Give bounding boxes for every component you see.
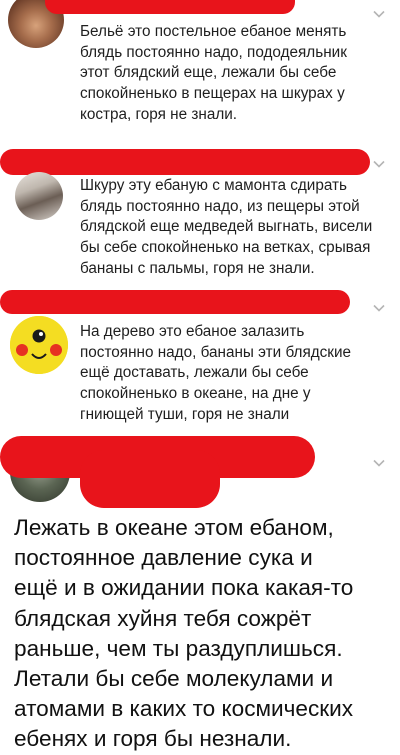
chevron-down-icon[interactable] (373, 302, 385, 314)
pikachu-face-icon (10, 316, 68, 374)
chevron-down-icon[interactable] (373, 457, 385, 469)
redacted-username (80, 450, 220, 508)
comment-1: Бельё это постельное ебаное менять блядь… (0, 0, 400, 140)
redacted-username (45, 0, 295, 14)
comment-2: Шкуру эту ебаную с мамонта сдирать блядь… (0, 140, 400, 280)
comment-text: Шкуру эту ебаную с мамонта сдирать блядь… (80, 177, 373, 277)
comment-text: На дерево это ебаное залазить постоянно … (80, 323, 352, 423)
comment-3: На дерево это ебаное залазить постоянно … (0, 280, 400, 430)
chevron-down-icon[interactable] (373, 8, 385, 20)
pikachu-avatar[interactable] (10, 316, 68, 374)
avatar[interactable] (15, 172, 63, 220)
chevron-down-icon[interactable] (373, 158, 385, 170)
comment-text: Лежать в океане этом ебаном, постоянное … (14, 515, 354, 752)
redacted-username (0, 290, 350, 314)
comment-text: Бельё это постельное ебаное менять блядь… (80, 23, 347, 123)
redacted-username (0, 149, 370, 175)
